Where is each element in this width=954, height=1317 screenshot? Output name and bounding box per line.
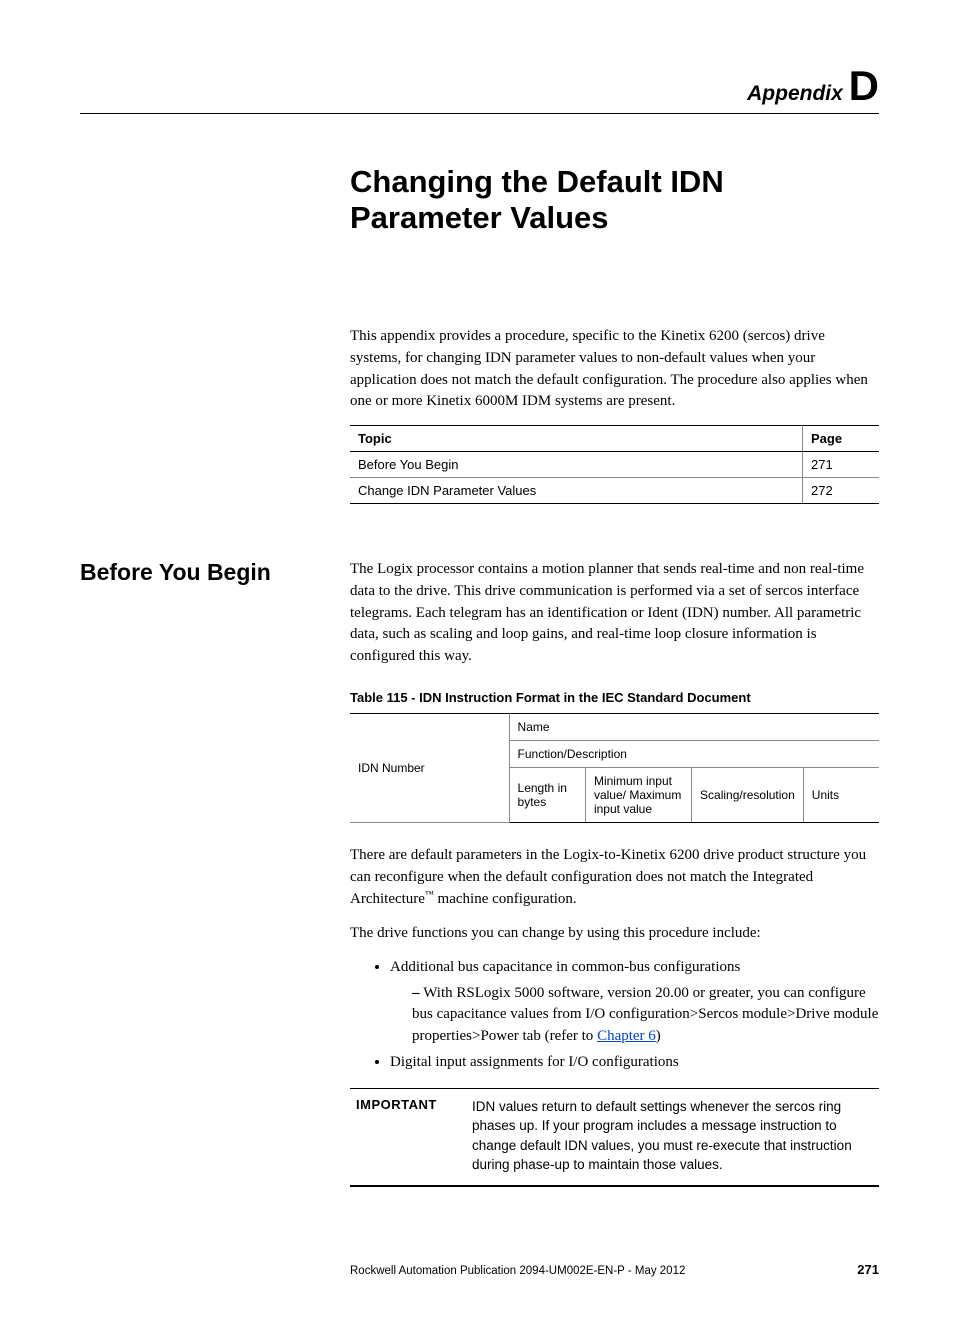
- table-row: Change IDN Parameter Values 272: [350, 478, 879, 504]
- units-cell: Units: [803, 767, 879, 822]
- section-paragraph-3: The drive functions you can change by us…: [350, 923, 879, 945]
- appendix-letter: D: [849, 62, 879, 109]
- topic-cell: Before You Begin: [350, 452, 803, 478]
- sub-list-item: With RSLogix 5000 software, version 20.0…: [412, 983, 879, 1048]
- page-header: Page: [803, 426, 880, 452]
- table-row: Before You Begin 271: [350, 452, 879, 478]
- chapter-6-link[interactable]: Chapter 6: [597, 1028, 656, 1044]
- idn-format-table: IDN Number Name Function/Description Len…: [350, 713, 879, 823]
- appendix-header: Appendix D: [80, 65, 879, 107]
- header-rule: [80, 113, 879, 114]
- scaling-cell: Scaling/resolution: [692, 767, 804, 822]
- table-caption: Table 115 - IDN Instruction Format in th…: [350, 690, 879, 705]
- list-item: Additional bus capacitance in common-bus…: [390, 957, 879, 1048]
- page-footer: Rockwell Automation Publication 2094-UM0…: [350, 1262, 879, 1277]
- name-cell: Name: [509, 713, 879, 740]
- section-paragraph-1: The Logix processor contains a motion pl…: [350, 559, 879, 668]
- topic-header: Topic: [350, 426, 803, 452]
- topic-cell: Change IDN Parameter Values: [350, 478, 803, 504]
- appendix-label: Appendix: [747, 82, 843, 105]
- intro-paragraph: This appendix provides a procedure, spec…: [350, 326, 879, 413]
- list-item: Digital input assignments for I/O config…: [390, 1052, 879, 1074]
- important-callout: IMPORTANT IDN values return to default s…: [350, 1088, 879, 1187]
- page-cell: 271: [803, 452, 880, 478]
- section-heading: Before You Begin: [80, 559, 340, 1187]
- function-desc-cell: Function/Description: [509, 740, 879, 767]
- trademark-symbol: ™: [425, 889, 434, 899]
- bullet-list: Additional bus capacitance in common-bus…: [350, 957, 879, 1074]
- important-label: IMPORTANT: [356, 1097, 456, 1175]
- length-cell: Length in bytes: [509, 767, 585, 822]
- page-number: 271: [857, 1262, 879, 1277]
- page-cell: 272: [803, 478, 880, 504]
- topic-table: Topic Page Before You Begin 271 Change I…: [350, 425, 879, 504]
- important-text: IDN values return to default settings wh…: [472, 1097, 873, 1175]
- section-paragraph-2: There are default parameters in the Logi…: [350, 845, 879, 911]
- min-max-cell: Minimum input value/ Maximum input value: [585, 767, 691, 822]
- page-title: Changing the Default IDN Parameter Value…: [350, 164, 879, 236]
- idn-number-cell: IDN Number: [350, 713, 509, 822]
- publication-info: Rockwell Automation Publication 2094-UM0…: [350, 1265, 685, 1277]
